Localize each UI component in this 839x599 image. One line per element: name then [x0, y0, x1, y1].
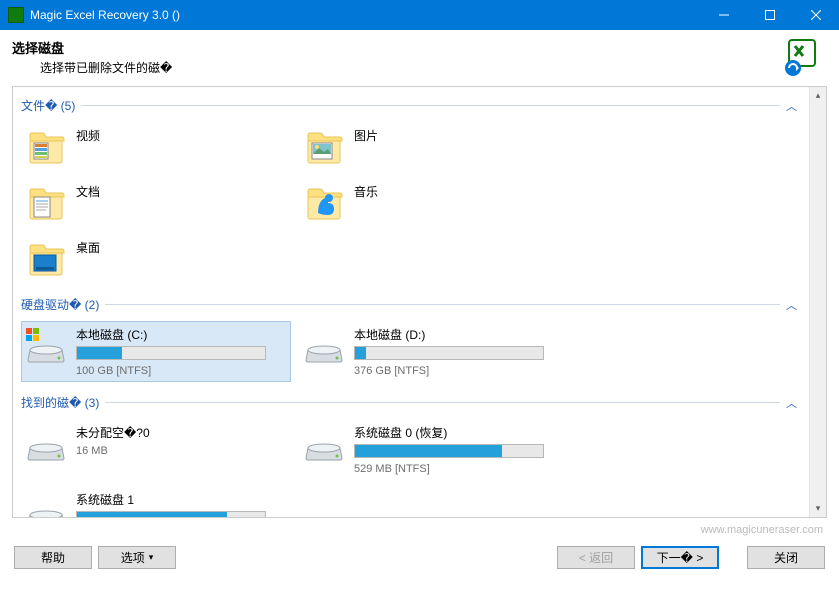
close-button[interactable]	[793, 0, 839, 30]
chevron-up-icon: ︿	[786, 395, 797, 411]
group-drives[interactable]: 硬盘驱动� (2) ︿	[21, 296, 805, 313]
disk-item[interactable]: 未分配空�?0 16 MB	[21, 419, 291, 480]
disk-item[interactable]: 系统磁盘 1	[21, 486, 291, 517]
folder-item[interactable]: 桌面	[21, 234, 291, 284]
folder-icon	[304, 127, 344, 167]
drive-icon	[26, 424, 66, 464]
page-title: 选择磁盘	[12, 38, 783, 57]
help-button[interactable]: 帮助	[14, 546, 92, 569]
scrollbar[interactable]: ▴ ▾	[809, 87, 826, 517]
disk-size: 376 GB [NTFS]	[354, 365, 429, 377]
drive-icon	[304, 326, 344, 366]
maximize-button[interactable]	[747, 0, 793, 30]
options-button[interactable]: 选项▾	[98, 546, 176, 569]
drive-icon	[304, 424, 344, 464]
app-icon	[8, 7, 24, 23]
folder-item[interactable]: 音乐	[299, 178, 569, 228]
excel-recovery-icon	[783, 38, 823, 78]
disk-item[interactable]: 本地磁盘 (C:) 100 GB [NTFS]	[21, 321, 291, 382]
disk-size: 100 GB [NTFS]	[76, 365, 151, 377]
group-files[interactable]: 文件� (5) ︿	[21, 97, 805, 114]
folder-item[interactable]: 视频	[21, 122, 291, 172]
next-button[interactable]: 下一� >	[641, 546, 719, 569]
minimize-button[interactable]	[701, 0, 747, 30]
disk-item[interactable]: 系统磁盘 0 (恢复) 529 MB [NTFS]	[299, 419, 569, 480]
disk-label: 本地磁盘 (C:)	[76, 326, 286, 343]
chevron-up-icon: ︿	[786, 98, 797, 114]
scroll-up-icon[interactable]: ▴	[816, 87, 821, 104]
folder-icon	[304, 183, 344, 223]
group-files-label: 文件�	[21, 97, 57, 114]
usage-bar	[76, 511, 266, 517]
vendor-url: www.magicuneraser.com	[0, 518, 839, 536]
usage-bar	[76, 346, 266, 360]
folder-label: 桌面	[76, 239, 286, 256]
usage-bar	[354, 444, 544, 458]
folder-label: 文档	[76, 183, 286, 200]
disk-label: 本地磁盘 (D:)	[354, 326, 564, 343]
window-title: Magic Excel Recovery 3.0 ()	[30, 8, 701, 22]
group-found[interactable]: 找到的磁� (3) ︿	[21, 394, 805, 411]
folder-item[interactable]: 文档	[21, 178, 291, 228]
folder-label: 图片	[354, 127, 564, 144]
disk-label: 系统磁盘 1	[76, 491, 286, 508]
folder-icon	[26, 183, 66, 223]
drive-icon	[26, 326, 66, 366]
wizard-header: 选择磁盘 选择带已删除文件的磁�	[0, 30, 839, 86]
group-drives-label: 硬盘驱动�	[21, 296, 81, 313]
folder-icon	[26, 239, 66, 279]
folder-icon	[26, 127, 66, 167]
folder-label: 视频	[76, 127, 286, 144]
usage-bar	[354, 346, 544, 360]
drive-icon	[26, 491, 66, 517]
chevron-down-icon: ▾	[149, 552, 154, 563]
disk-size: 16 MB	[76, 445, 108, 457]
disk-item[interactable]: 本地磁盘 (D:) 376 GB [NTFS]	[299, 321, 569, 382]
close-wizard-button[interactable]: 关闭	[747, 546, 825, 569]
disk-list-panel: 文件� (5) ︿ 视频 图片文档 音乐桌面 硬盘驱动� (2) ︿ 本地磁盘 (C…	[13, 87, 809, 517]
chevron-up-icon: ︿	[786, 297, 797, 313]
disk-label: 系统磁盘 0 (恢复)	[354, 424, 564, 441]
wizard-footer: 帮助 选项▾ < 返回 下一� > 关闭	[0, 536, 839, 583]
page-subtitle: 选择带已删除文件的磁�	[40, 59, 783, 76]
disk-label: 未分配空�?0	[76, 424, 286, 441]
group-found-label: 找到的磁�	[21, 394, 81, 411]
titlebar: Magic Excel Recovery 3.0 ()	[0, 0, 839, 30]
scroll-down-icon[interactable]: ▾	[816, 500, 821, 517]
back-button[interactable]: < 返回	[557, 546, 635, 569]
disk-size: 529 MB [NTFS]	[354, 463, 430, 475]
folder-label: 音乐	[354, 183, 564, 200]
folder-item[interactable]: 图片	[299, 122, 569, 172]
